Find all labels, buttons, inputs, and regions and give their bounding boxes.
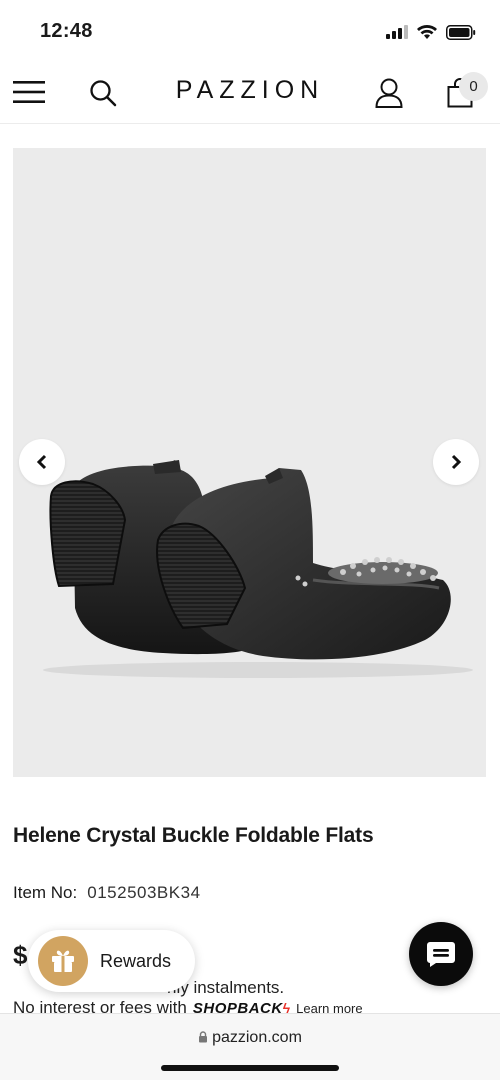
carousel-prev-button[interactable] [19, 439, 65, 485]
site-header: PAZZION [0, 62, 500, 124]
rewards-icon-badge [38, 936, 88, 986]
carousel-next-button[interactable] [433, 439, 479, 485]
cart-count-badge[interactable]: 0 [459, 72, 488, 101]
account-icon [375, 78, 403, 108]
gift-icon [52, 950, 74, 972]
url-display[interactable]: pazzion.com [0, 1029, 500, 1047]
product-image [13, 148, 486, 777]
chevron-left-icon [36, 454, 47, 470]
item-number-value: 0152503BK34 [87, 883, 201, 902]
browser-url-bar[interactable]: pazzion.com [0, 1013, 500, 1080]
lock-icon [199, 1031, 208, 1043]
chevron-right-icon [451, 454, 462, 470]
chat-icon [427, 942, 455, 967]
status-icons [386, 22, 476, 42]
signal-icon [386, 25, 408, 39]
wifi-icon [417, 25, 437, 39]
url-text: pazzion.com [212, 1029, 302, 1046]
price: $ [13, 940, 28, 970]
item-number-label: Item No: [13, 883, 78, 902]
brand-logo[interactable]: PAZZION [0, 76, 500, 105]
home-indicator [161, 1065, 339, 1071]
status-time: 12:48 [40, 20, 93, 42]
item-number: Item No: 0152503BK34 [13, 883, 201, 903]
product-title: Helene Crystal Buckle Foldable Flats [13, 824, 374, 847]
shoe-image [43, 460, 473, 678]
chat-button[interactable] [409, 922, 473, 986]
rewards-label: Rewards [100, 950, 172, 971]
status-bar: 12:48 [0, 0, 500, 62]
battery-icon [446, 24, 476, 40]
account-button[interactable] [372, 76, 406, 110]
rewards-button[interactable]: Rewards [28, 930, 195, 992]
